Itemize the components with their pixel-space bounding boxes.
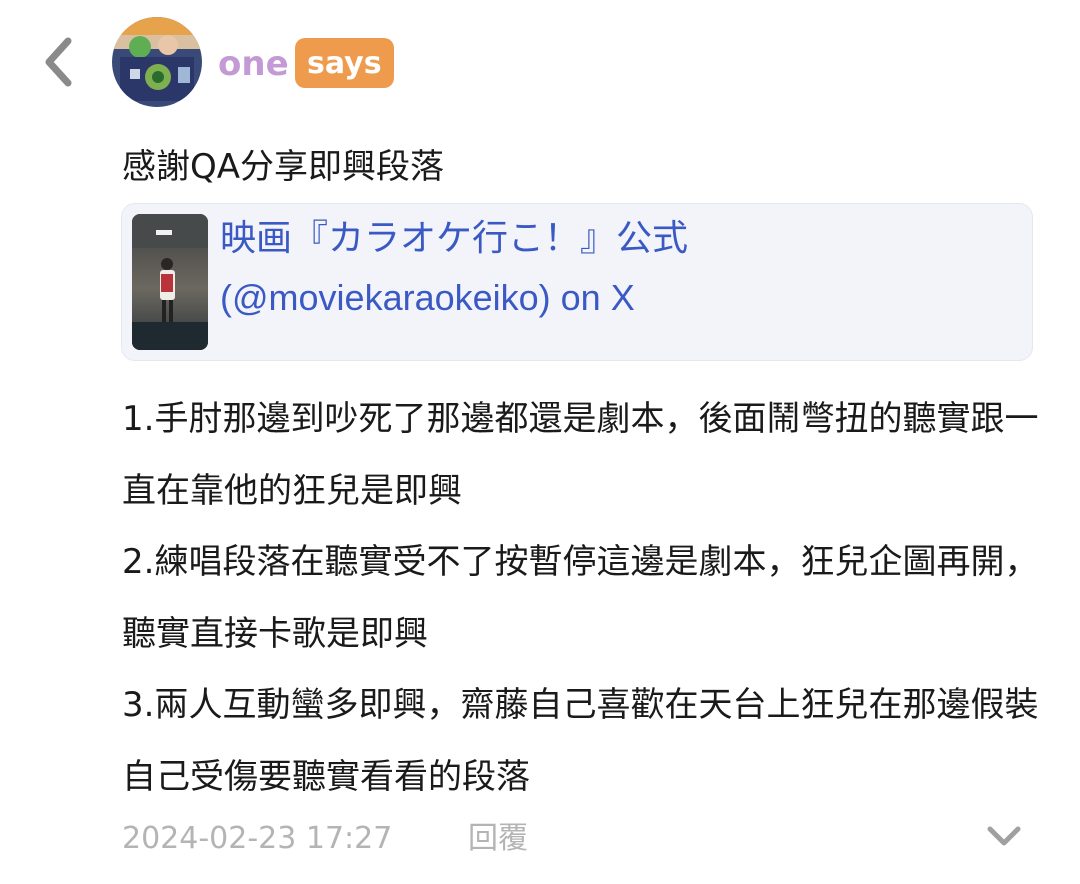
username[interactable]: one	[218, 38, 289, 90]
says-badge: says	[295, 38, 394, 88]
post-body: 1.手肘那邊到吵死了那邊都還是劇本，後面鬧彆扭的聽實跟一直在靠他的狂兒是即興 2…	[122, 384, 1052, 813]
chevron-left-icon	[45, 37, 72, 87]
post-timestamp: 2024-02-23 17:27	[122, 821, 393, 856]
post-paragraph: 3.兩人互動蠻多即興，齋藤自己喜歡在天台上狂兒在那邊假裝自己受傷要聽實看看的段落	[122, 685, 1039, 797]
back-button[interactable]	[34, 32, 82, 92]
post-intro: 感謝QA分享即興段落	[122, 147, 445, 187]
post-paragraph: 2.練唱段落在聽實受不了按暫停這邊是劇本，狂兒企圖再開，聽實直接卡歌是即興	[122, 542, 1039, 654]
avatar[interactable]	[112, 17, 202, 107]
post-paragraph: 1.手肘那邊到吵死了那邊都還是劇本，後面鬧彆扭的聽實跟一直在靠他的狂兒是即興	[122, 399, 1039, 511]
reply-button[interactable]: 回覆	[468, 815, 528, 863]
link-thumbnail	[132, 214, 208, 350]
link-preview-card[interactable]: 映画『カラオケ行こ！』公式 (@moviekaraokeiko) on X	[121, 203, 1033, 361]
link-title[interactable]: 映画『カラオケ行こ！』公式 (@moviekaraokeiko) on X	[220, 208, 1020, 328]
chevron-down-icon	[987, 826, 1021, 846]
expand-button[interactable]	[984, 816, 1024, 856]
